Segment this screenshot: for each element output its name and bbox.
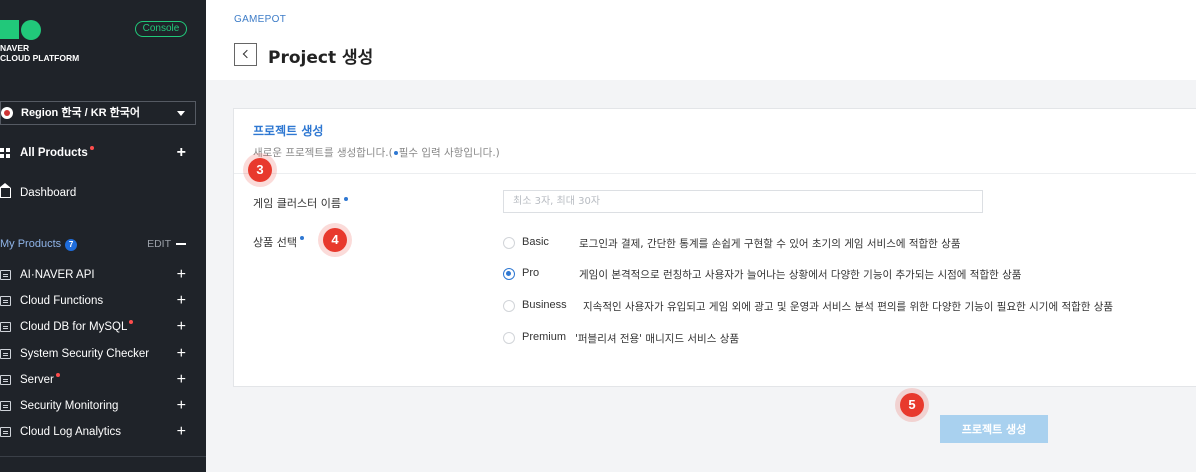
option-description: '퍼블리셔 전용' 매니지드 서비스 상품 — [575, 333, 740, 345]
grid-icon — [0, 148, 11, 158]
sidebar-product-item[interactable]: Cloud DB for MySQL + — [0, 316, 196, 338]
home-icon — [0, 183, 11, 198]
breadcrumb[interactable]: GAMEPOT — [234, 14, 286, 25]
sidebar-product-item[interactable]: Security Monitoring + — [0, 395, 196, 417]
my-products-header: My Products 7 EDIT — [0, 236, 196, 252]
required-dot — [89, 146, 94, 150]
sidebar: NAVER CLOUD PLATFORM Console Region 한국 /… — [0, 0, 206, 472]
edit-link[interactable]: EDIT — [147, 236, 171, 252]
option-name: Basic — [522, 236, 549, 248]
required-dot — [55, 373, 60, 377]
description-before: 새로운 프로젝트를 생성합니다.( — [253, 147, 393, 159]
create-project-button[interactable]: 프로젝트 생성 — [940, 415, 1048, 443]
plus-icon[interactable]: + — [177, 343, 186, 365]
my-products-count-badge: 7 — [65, 239, 78, 251]
divider — [234, 173, 1196, 174]
required-dot — [299, 236, 304, 240]
cluster-name-input[interactable] — [503, 190, 983, 213]
option-name: Business — [522, 299, 567, 311]
required-dot — [393, 151, 398, 155]
option-description: 게임이 본격적으로 런칭하고 사용자가 늘어나는 상황에서 다양한 기능이 추가… — [579, 269, 1022, 281]
sidebar-product-item[interactable]: Cloud Functions + — [0, 290, 196, 312]
plus-icon[interactable]: + — [177, 421, 186, 443]
product-label: Server — [20, 374, 54, 386]
product-label: Cloud DB for MySQL — [20, 321, 128, 333]
back-button[interactable] — [234, 43, 257, 66]
product-select-label-text: 상품 선택 — [253, 236, 297, 249]
logo-circle-icon — [21, 20, 41, 40]
sidebar-item-all-products[interactable]: All Products + — [0, 142, 196, 164]
console-badge[interactable]: Console — [135, 21, 187, 37]
all-products-label: All Products — [20, 147, 88, 159]
required-dot — [129, 320, 134, 324]
section-title: 프로젝트 생성 — [253, 124, 324, 138]
product-label: Cloud Log Analytics — [20, 426, 122, 438]
service-icon — [0, 296, 11, 306]
option-name: Premium — [522, 331, 567, 343]
section-description: 새로운 프로젝트를 생성합니다.( 필수 입력 사항입니다.) — [253, 145, 500, 160]
cluster-name-label: 게임 클러스터 이름 — [253, 195, 348, 211]
plus-icon[interactable]: + — [177, 316, 186, 338]
option-description: 지속적인 사용자가 유입되고 게임 외에 광고 및 운영과 서비스 분석 편의를… — [583, 301, 1114, 313]
sidebar-product-item[interactable]: Server + — [0, 369, 196, 391]
option-description: 로그인과 결제, 간단한 통계를 손쉽게 구현할 수 있어 초기의 게임 서비스… — [579, 238, 961, 250]
sidebar-product-item[interactable]: System Security Checker + — [0, 343, 196, 365]
plus-icon[interactable]: + — [177, 264, 186, 286]
step-marker-4: 4 — [323, 228, 347, 252]
service-icon — [0, 375, 11, 385]
radio-button[interactable] — [503, 237, 515, 249]
page-header: GAMEPOT Project 생성 — [206, 0, 1196, 80]
caret-down-icon — [177, 111, 185, 116]
korea-flag-icon — [1, 107, 13, 119]
required-dot — [343, 197, 348, 201]
page-title: Project 생성 — [268, 48, 374, 68]
description-after: 필수 입력 사항입니다.) — [398, 147, 500, 159]
product-select-label: 상품 선택 — [253, 234, 304, 250]
option-name: Pro — [522, 267, 540, 279]
dashboard-label: Dashboard — [20, 187, 77, 199]
plus-icon[interactable]: + — [177, 142, 186, 164]
radio-button[interactable] — [503, 332, 515, 344]
radio-button[interactable] — [503, 300, 515, 312]
region-label: Region 한국 / KR 한국어 — [21, 107, 141, 119]
collapse-icon[interactable] — [176, 243, 186, 245]
logo-line-2: CLOUD PLATFORM — [0, 53, 80, 63]
plus-icon[interactable]: + — [177, 290, 186, 312]
sidebar-product-item[interactable]: Cloud Log Analytics + — [0, 421, 196, 443]
plus-icon[interactable]: + — [177, 395, 186, 417]
product-label: AI·NAVER API — [20, 269, 95, 281]
radio-button[interactable] — [503, 268, 515, 280]
sidebar-divider — [0, 456, 206, 457]
service-icon — [0, 349, 11, 359]
logo-text: NAVER CLOUD PLATFORM — [0, 43, 79, 63]
product-label: Cloud Functions — [20, 295, 104, 307]
product-label: System Security Checker — [20, 348, 150, 360]
region-selector[interactable]: Region 한국 / KR 한국어 — [0, 101, 196, 125]
service-icon — [0, 401, 11, 411]
plus-icon[interactable]: + — [177, 369, 186, 391]
step-marker-5: 5 — [900, 393, 924, 417]
service-icon — [0, 322, 11, 332]
cluster-name-label-text: 게임 클러스터 이름 — [253, 197, 341, 210]
sidebar-item-dashboard[interactable]: Dashboard — [0, 182, 196, 204]
service-icon — [0, 427, 11, 437]
logo-line-1: NAVER — [0, 43, 30, 53]
sidebar-product-item[interactable]: AI·NAVER API + — [0, 264, 196, 286]
project-form-panel: 프로젝트 생성 새로운 프로젝트를 생성합니다.( 필수 입력 사항입니다.) 게… — [233, 108, 1196, 387]
step-marker-3: 3 — [248, 158, 272, 182]
service-icon — [0, 270, 11, 280]
my-products-label: My Products — [0, 238, 62, 250]
product-label: Security Monitoring — [20, 400, 119, 412]
logo-square-icon — [0, 20, 19, 39]
